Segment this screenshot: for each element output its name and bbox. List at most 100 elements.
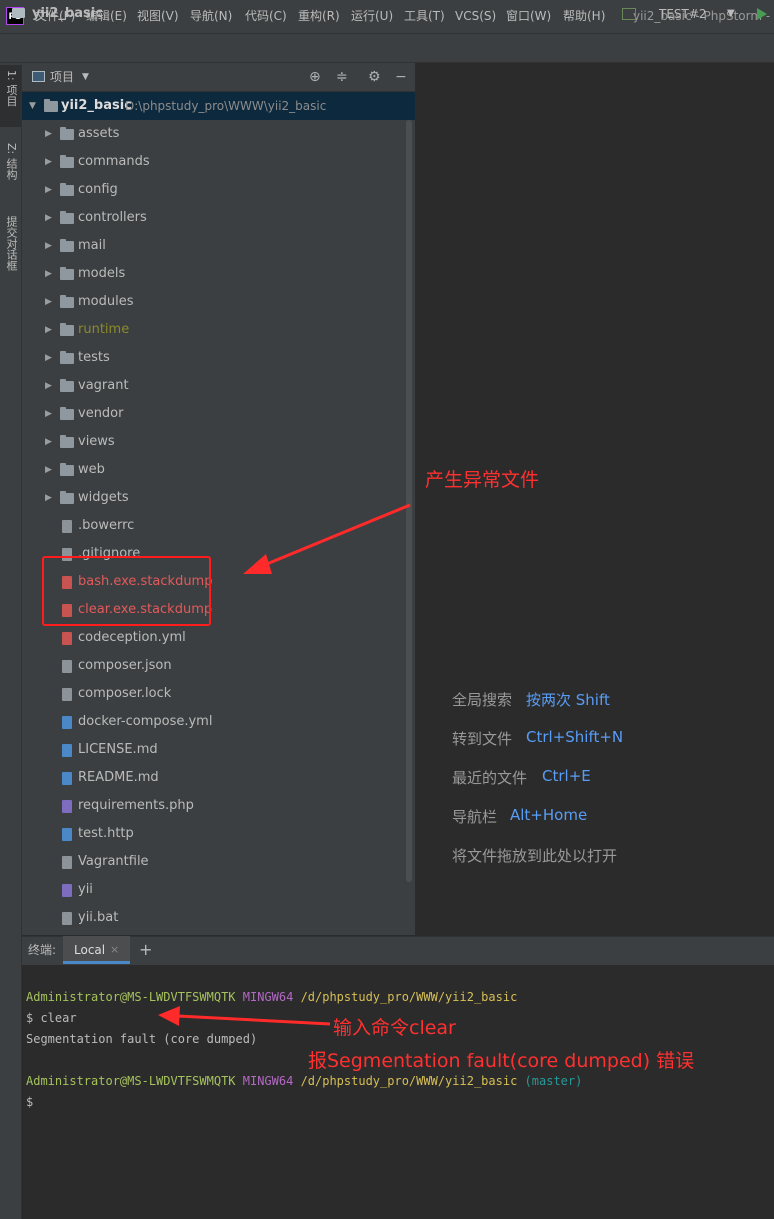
expand-arrow-icon[interactable]: ▶ (45, 204, 52, 232)
tool-tab-structure[interactable]: Z: 结构 (3, 143, 19, 180)
tree-file-codeception-yml[interactable]: codeception.yml (78, 624, 186, 652)
tree-folder-vagrant[interactable]: vagrant (78, 372, 129, 400)
expand-arrow-icon[interactable]: ▶ (45, 372, 52, 400)
folder-icon (60, 127, 74, 140)
tree-folder-vendor[interactable]: vendor (78, 400, 123, 428)
tree-file-requirements-php[interactable]: requirements.php (78, 792, 194, 820)
gear-icon[interactable]: ⚙ (368, 63, 381, 91)
terminal-tab-label[interactable]: Local (74, 936, 105, 964)
folder-icon (60, 491, 74, 504)
menu-tools[interactable]: 工具(T) (404, 0, 445, 33)
tool-tab-project[interactable]: 1: 项目 (3, 70, 19, 106)
breadcrumb-project[interactable]: yii2_basic (32, 0, 103, 28)
tree-file-composer-lock[interactable]: composer.lock (78, 680, 171, 708)
menu-code[interactable]: 代码(C) (245, 0, 287, 33)
file-icon (62, 772, 72, 785)
run-icon[interactable] (757, 8, 767, 20)
menu-window[interactable]: 窗口(W) (506, 0, 551, 33)
tool-tab-commit[interactable]: 提交对话框 (3, 216, 19, 271)
expand-arrow-icon[interactable]: ▼ (29, 92, 36, 120)
expand-arrow-icon[interactable]: ▶ (45, 484, 52, 512)
minimize-icon[interactable]: − (395, 63, 407, 91)
tree-root-name[interactable]: yii2_basic (61, 92, 132, 120)
tree-folder-runtime[interactable]: runtime (78, 316, 129, 344)
expand-arrow-icon[interactable]: ▶ (45, 344, 52, 372)
menu-run[interactable]: 运行(U) (351, 0, 393, 33)
tree-folder-commands[interactable]: commands (78, 148, 150, 176)
tree-folder-widgets[interactable]: widgets (78, 484, 129, 512)
terminal-header (22, 936, 774, 966)
hint-recent-files: 最近的文件 (452, 769, 528, 787)
prompt-user: Administrator@MS-LWDVTFSWMQTK (26, 1074, 236, 1088)
expand-arrow-icon[interactable]: ▶ (45, 176, 52, 204)
editor-empty-area[interactable] (416, 63, 774, 935)
menu-refactor[interactable]: 重构(R) (298, 0, 340, 33)
folder-icon (60, 267, 74, 280)
expand-arrow-icon[interactable]: ▶ (45, 456, 52, 484)
folder-icon (60, 239, 74, 252)
file-icon (62, 744, 72, 757)
scrollbar[interactable] (406, 120, 412, 882)
tree-file-license-md[interactable]: LICENSE.md (78, 736, 158, 764)
tree-folder-models[interactable]: models (78, 260, 125, 288)
tree-folder-mail[interactable]: mail (78, 232, 106, 260)
menu-vcs[interactable]: VCS(S) (455, 0, 496, 33)
locate-icon[interactable]: ⊕ (309, 63, 321, 91)
folder-icon (60, 379, 74, 392)
hint-goto-file: 转到文件 (452, 730, 513, 748)
file-icon (62, 716, 72, 729)
expand-arrow-icon[interactable]: ▶ (45, 288, 52, 316)
tree-file-yii[interactable]: yii (78, 876, 93, 904)
folder-icon (60, 155, 74, 168)
tree-file-docker-compose-yml[interactable]: docker-compose.yml (78, 708, 212, 736)
folder-icon (60, 211, 74, 224)
tree-folder-modules[interactable]: modules (78, 288, 134, 316)
tree-file-readme-md[interactable]: README.md (78, 764, 159, 792)
expand-arrow-icon[interactable]: ▶ (45, 428, 52, 456)
tree-folder-controllers[interactable]: controllers (78, 204, 147, 232)
tree-folder-assets[interactable]: assets (78, 120, 119, 148)
expand-arrow-icon[interactable]: ▶ (45, 316, 52, 344)
terminal-prompt-1: Administrator@MS-LWDVTFSWMQTK MINGW64 /d… (26, 990, 517, 1004)
hint-drop-files: 将文件拖放到此处以打开 (452, 847, 618, 865)
tree-folder-tests[interactable]: tests (78, 344, 110, 372)
close-icon[interactable]: × (110, 936, 119, 964)
hint-navigation-bar-key: Alt+Home (510, 806, 588, 824)
expand-arrow-icon[interactable]: ▶ (45, 232, 52, 260)
expand-arrow-icon[interactable]: ▶ (45, 120, 52, 148)
tree-folder-views[interactable]: views (78, 428, 115, 456)
chevron-down-icon[interactable]: ▼ (82, 63, 89, 91)
folder-icon (60, 435, 74, 448)
add-terminal-icon[interactable]: + (139, 936, 152, 964)
tree-file-composer-json[interactable]: composer.json (78, 652, 172, 680)
menu-navigate[interactable]: 导航(N) (190, 0, 232, 33)
annotation-exception-files: 产生异常文件 (425, 469, 540, 491)
terminal-current-prompt[interactable]: $ (26, 1095, 33, 1109)
project-view-selector[interactable]: 项目 (50, 63, 74, 91)
expand-arrow-icon[interactable]: ▶ (45, 148, 52, 176)
hint-recent-files-key: Ctrl+E (542, 767, 591, 785)
tree-file-yii-bat[interactable]: yii.bat (78, 904, 118, 932)
tree-file-bowerrc[interactable]: .bowerrc (78, 512, 134, 540)
tree-folder-config[interactable]: config (78, 176, 118, 204)
tree-file-vagrantfile[interactable]: Vagrantfile (78, 848, 149, 876)
collapse-icon[interactable]: ≑ (336, 63, 348, 91)
prompt-path: /d/phpstudy_pro/WWW/yii2_basic (300, 990, 518, 1004)
folder-icon (60, 183, 74, 196)
menu-view[interactable]: 视图(V) (137, 0, 179, 33)
folder-icon (60, 323, 74, 336)
tree-file-test-http[interactable]: test.http (78, 820, 134, 848)
file-icon (62, 856, 72, 869)
tree-folder-web[interactable]: web (78, 456, 105, 484)
file-icon (62, 800, 72, 813)
terminal-command: $ clear (26, 1011, 77, 1025)
chevron-right-icon: › (94, 7, 99, 21)
expand-arrow-icon[interactable]: ▶ (45, 400, 52, 428)
expand-arrow-icon[interactable]: ▶ (45, 260, 52, 288)
run-config-selector[interactable]: TEST#2 (659, 0, 707, 28)
folder-icon (60, 407, 74, 420)
prompt-path: /d/phpstudy_pro/WWW/yii2_basic (300, 1074, 518, 1088)
project-panel-header (22, 63, 415, 92)
chevron-down-icon[interactable]: ▼ (727, 0, 735, 28)
menu-help[interactable]: 帮助(H) (563, 0, 605, 33)
